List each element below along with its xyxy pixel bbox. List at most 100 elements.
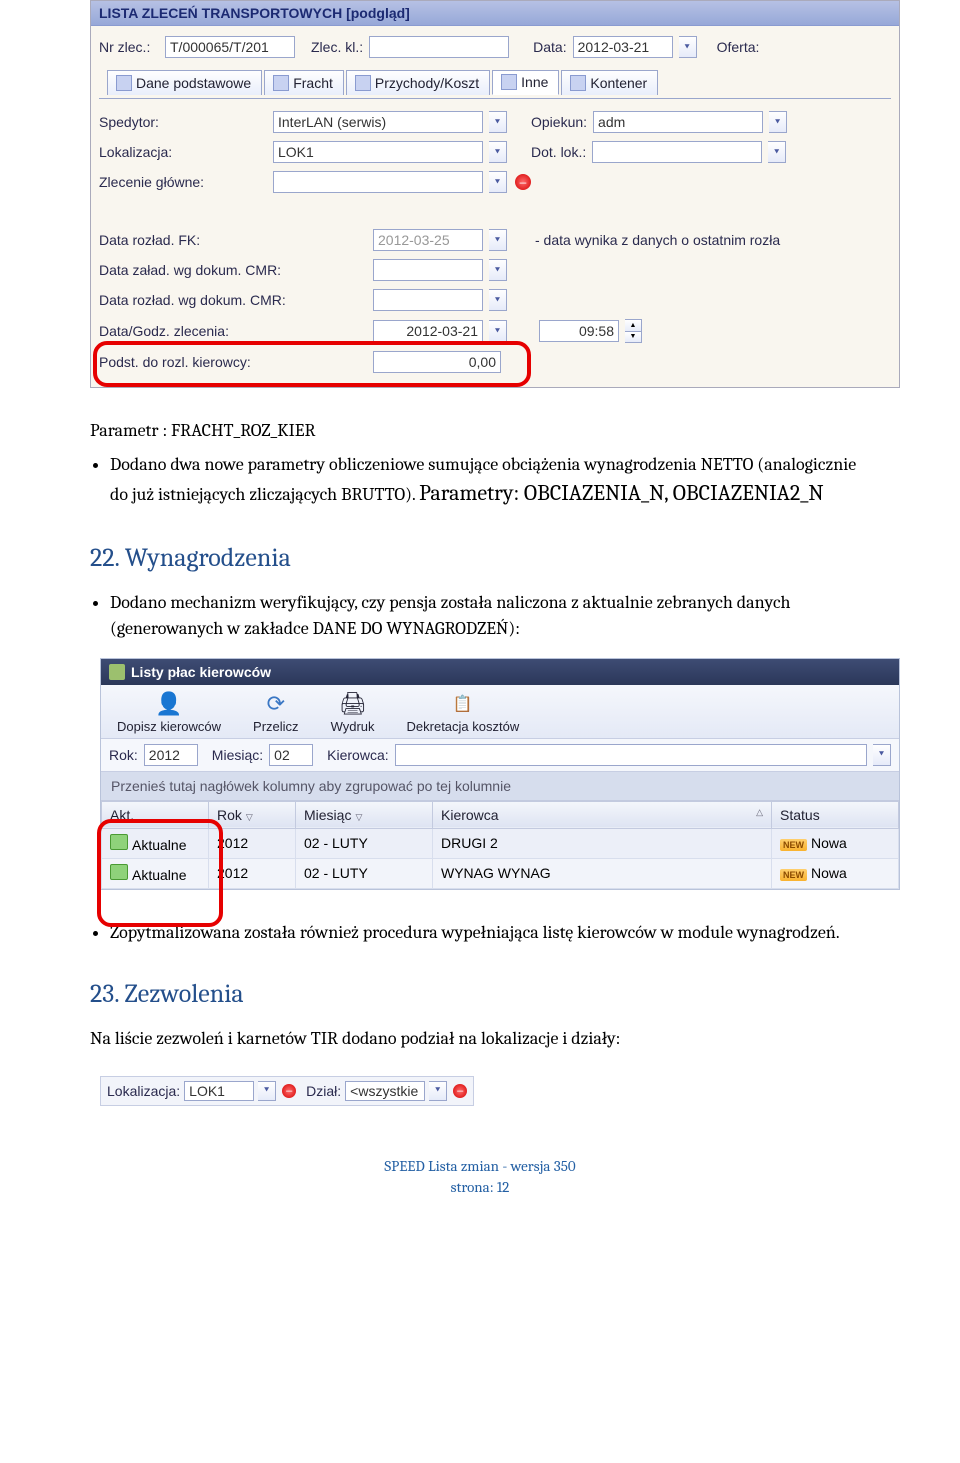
dopisz-kierowcow-button[interactable]: 👤 Dopisz kierowców: [101, 689, 237, 736]
zlecenie-glowne-input[interactable]: [273, 171, 483, 193]
data-rozlad-cmr-dropdown-icon[interactable]: ⯆: [489, 289, 507, 311]
nr-zlec-input[interactable]: [165, 36, 295, 58]
lok-label: Lokalizacja:: [107, 1083, 180, 1099]
tab-przychody-koszt[interactable]: Przychody/Koszt: [346, 70, 490, 95]
paragraph-zezwolenia: Na liście zezwoleń i karnetów TIR dodano…: [90, 1026, 870, 1052]
tabstrip: Dane podstawowe Fracht Przychody/Koszt I…: [107, 70, 891, 95]
data-rozlad-fk-input[interactable]: [373, 229, 483, 251]
data-godz-zlec-label: Data/Godz. zlecenia:: [99, 323, 367, 339]
list-icon: 📋: [449, 691, 477, 717]
grid-header-row: Akt. Rok▽ Miesiąc▽ Kierowca△ Status: [102, 801, 899, 828]
kierowca-label: Kierowca:: [327, 747, 388, 763]
zlec-kl-label: Zlec. kl.:: [311, 39, 363, 55]
spedytor-input[interactable]: [273, 111, 483, 133]
spinner-down-icon[interactable]: ▼: [625, 332, 641, 343]
data-rozlad-fk-dropdown-icon[interactable]: ⯆: [489, 229, 507, 251]
miesiac-label: Miesiąc:: [212, 747, 263, 763]
miesiac-input[interactable]: [269, 744, 313, 766]
data-rozlad-fk-note: - data wynika z danych o ostatnim rozła: [535, 232, 780, 248]
remove-icon[interactable]: –: [453, 1084, 467, 1098]
bullet-obciazenia: Dodano dwa nowe parametry obliczeniowe s…: [110, 452, 870, 510]
refresh-icon: ⟳: [262, 691, 290, 717]
data-label: Data:: [533, 39, 566, 55]
bullet-optymalizacja: Zopytmalizowana została również procedur…: [110, 920, 870, 946]
print-icon: 🖨: [339, 691, 367, 717]
sort-icon: △: [756, 807, 763, 818]
dot-lok-input[interactable]: [592, 141, 762, 163]
dzial-input[interactable]: [345, 1081, 425, 1101]
przelicz-button[interactable]: ⟳ Przelicz: [237, 689, 315, 736]
zlecenie-glowne-dropdown-icon[interactable]: ⯆: [489, 171, 507, 193]
lok-input[interactable]: [184, 1081, 254, 1101]
kierowca-input[interactable]: [395, 744, 867, 766]
data-rozlad-cmr-label: Data rozład. wg dokum. CMR:: [99, 292, 367, 308]
tab-icon: [355, 75, 371, 91]
table-row[interactable]: Aktualne 2012 02 - LUTY WYNAG WYNAG NEWN…: [102, 858, 899, 888]
opiekun-dropdown-icon[interactable]: ⯆: [769, 111, 787, 133]
param-line: Parametr : FRACHT_ROZ_KIER: [90, 418, 870, 444]
dot-lok-label: Dot. lok.:: [531, 144, 586, 160]
lokalizacja-input[interactable]: [273, 141, 483, 163]
tab-inne[interactable]: Inne: [492, 70, 559, 95]
opiekun-input[interactable]: [593, 111, 763, 133]
col-status[interactable]: Status: [772, 801, 899, 828]
wydruk-button[interactable]: 🖨 Wydruk: [315, 689, 391, 736]
group-hint[interactable]: Przenieś tutaj nagłówek kolumny aby zgru…: [101, 772, 899, 801]
dzial-label: Dział:: [306, 1083, 341, 1099]
dekretacja-button[interactable]: 📋 Dekretacja kosztów: [391, 689, 536, 736]
data-zlec-dropdown-icon[interactable]: ⯆: [489, 320, 507, 342]
tab-panel-inne: Spedytor: ⯆ Opiekun: ⯆ Lokalizacja: ⯆ Do…: [99, 98, 891, 377]
dot-lok-dropdown-icon[interactable]: ⯆: [768, 141, 786, 163]
godz-zlec-input[interactable]: [539, 320, 619, 342]
bullet-weryfikacja: Dodano mechanizm weryfikujący, czy pensj…: [110, 590, 870, 642]
remove-icon[interactable]: –: [282, 1084, 296, 1098]
tab-dane-podstawowe[interactable]: Dane podstawowe: [107, 70, 262, 95]
lokalizacja-dropdown-icon[interactable]: ⯆: [489, 141, 507, 163]
aktualne-icon: [110, 864, 128, 880]
spedytor-label: Spedytor:: [99, 114, 267, 130]
oferta-label: Oferta:: [717, 39, 760, 55]
data-zlec-input[interactable]: [373, 320, 483, 342]
lok-dropdown-icon[interactable]: ⯆: [258, 1081, 276, 1101]
data-zalad-cmr-dropdown-icon[interactable]: ⯆: [489, 259, 507, 281]
zlec-kl-input[interactable]: [369, 36, 509, 58]
new-badge-icon: NEW: [780, 839, 807, 851]
rok-input[interactable]: [144, 744, 198, 766]
dzial-dropdown-icon[interactable]: ⯆: [429, 1081, 447, 1101]
window-title: LISTA ZLECEŃ TRANSPORTOWYCH [podgląd]: [91, 1, 899, 26]
col-kierowca[interactable]: Kierowca△: [433, 801, 772, 828]
transport-orders-window: LISTA ZLECEŃ TRANSPORTOWYCH [podgląd] Nr…: [90, 0, 900, 388]
tab-icon: [570, 75, 586, 91]
data-input[interactable]: [573, 36, 673, 58]
spinner-up-icon[interactable]: ▲: [625, 320, 641, 332]
col-rok[interactable]: Rok▽: [209, 801, 296, 828]
lokalizacja-dzial-filter: Lokalizacja: ⯆ – Dział: ⯆ –: [100, 1076, 474, 1106]
table-row[interactable]: Aktualne 2012 02 - LUTY DRUGI 2 NEWNowa: [102, 828, 899, 858]
podst-rozl-kier-label: Podst. do rozl. kierowcy:: [99, 354, 367, 370]
remove-icon[interactable]: –: [515, 174, 531, 190]
data-dropdown-icon[interactable]: ⯆: [679, 36, 697, 58]
rok-label: Rok:: [109, 747, 138, 763]
heading-zezwolenia: 23. Zezwolenia: [90, 976, 870, 1014]
tab-kontener[interactable]: Kontener: [561, 70, 658, 95]
zlecenie-glowne-label: Zlecenie główne:: [99, 174, 267, 190]
col-miesiac[interactable]: Miesiąc▽: [296, 801, 433, 828]
toolbar: 👤 Dopisz kierowców ⟳ Przelicz 🖨 Wydruk 📋…: [101, 685, 899, 739]
listy-plac-window: Listy płac kierowców 👤 Dopisz kierowców …: [100, 658, 900, 890]
new-badge-icon: NEW: [780, 869, 807, 881]
tab-fracht[interactable]: Fracht: [264, 70, 344, 95]
heading-wynagrodzenia: 22. Wynagrodzenia: [90, 540, 870, 578]
kierowca-dropdown-icon[interactable]: ⯆: [873, 744, 891, 766]
godz-zlec-spinner[interactable]: ▲▼: [625, 319, 642, 343]
user-add-icon: 👤: [155, 691, 183, 717]
data-zalad-cmr-input[interactable]: [373, 259, 483, 281]
spedytor-dropdown-icon[interactable]: ⯆: [489, 111, 507, 133]
podst-rozl-kier-input[interactable]: [373, 351, 501, 373]
lokalizacja-label: Lokalizacja:: [99, 144, 267, 160]
aktualne-icon: [110, 834, 128, 850]
data-rozlad-fk-label: Data rozład. FK:: [99, 232, 367, 248]
col-akt[interactable]: Akt.: [102, 801, 209, 828]
tab-icon: [116, 75, 132, 91]
tab-icon: [501, 74, 517, 90]
data-rozlad-cmr-input[interactable]: [373, 289, 483, 311]
